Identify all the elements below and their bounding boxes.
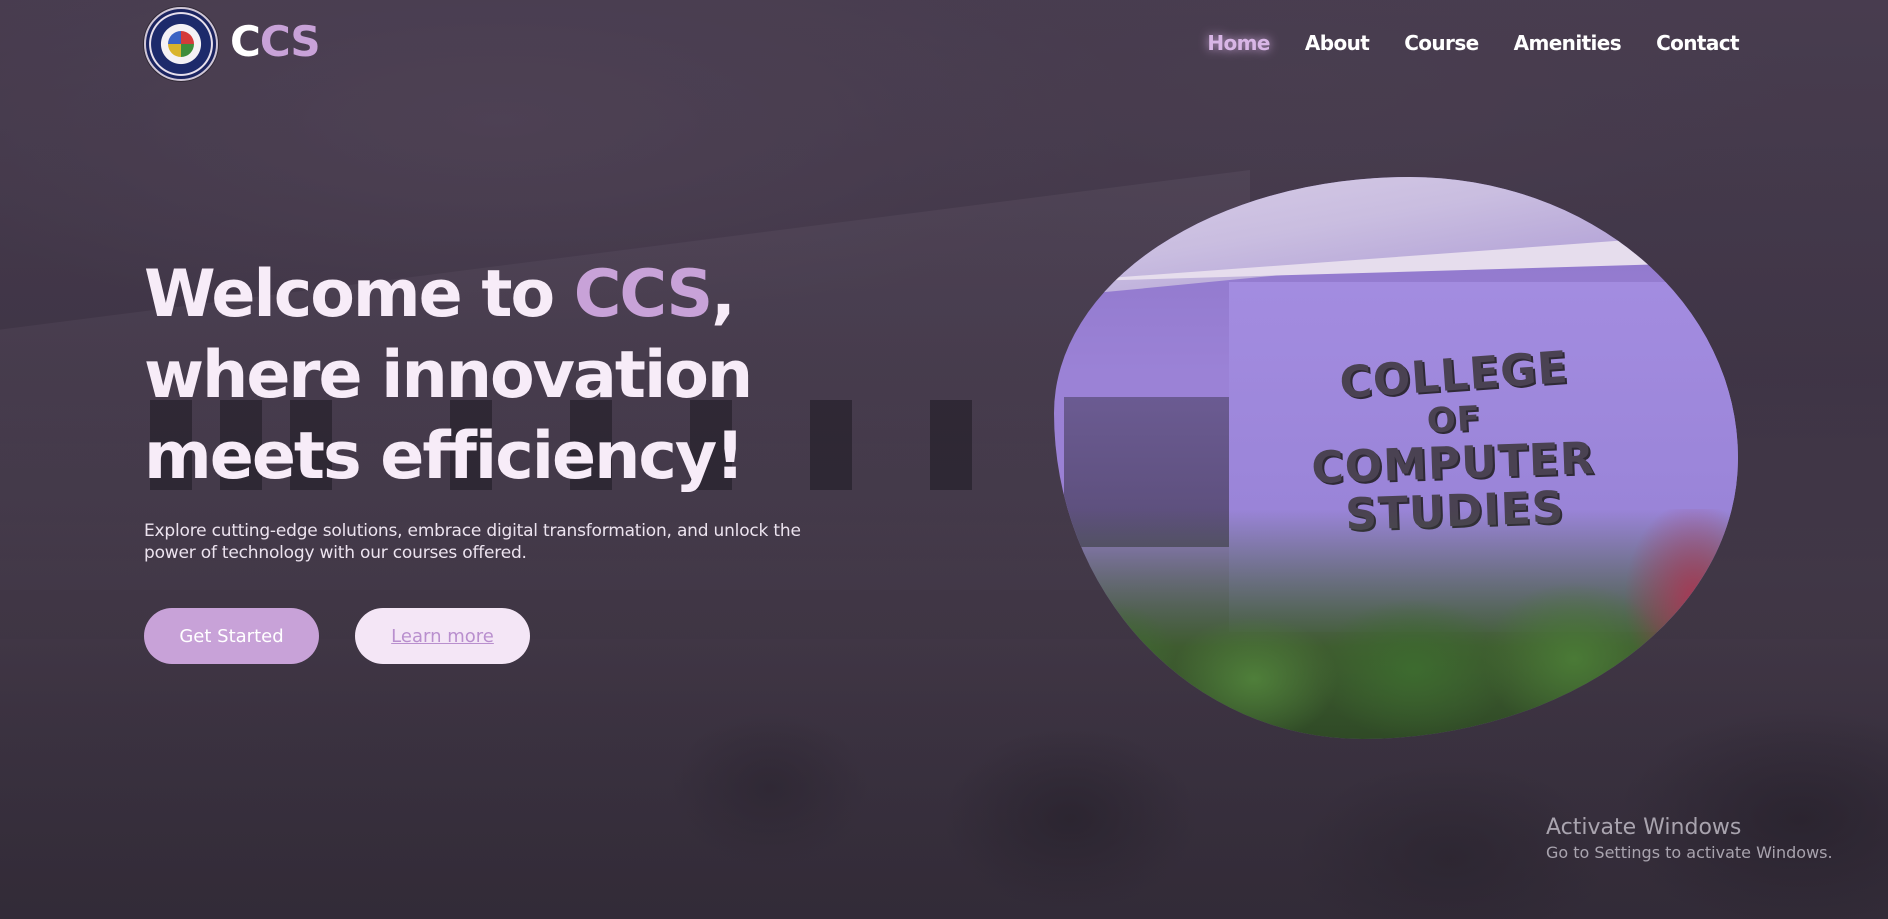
- activate-windows-watermark: Activate Windows Go to Settings to activ…: [1546, 814, 1833, 864]
- nav-amenities[interactable]: Amenities: [1514, 31, 1622, 55]
- logo-emblem: [168, 31, 194, 57]
- navbar: CCS Home About Course Amenities Contact: [0, 0, 1888, 90]
- nav-contact[interactable]: Contact: [1656, 31, 1740, 55]
- campus-photo: COLLEGE OF COMPUTER STUDIES: [1054, 177, 1738, 739]
- hero-title: Welcome to CCS, where innovation meets e…: [144, 254, 964, 497]
- photo-foliage: [1054, 509, 1738, 739]
- nav-links: Home About Course Amenities Contact: [1207, 31, 1739, 55]
- college-logo-icon[interactable]: [144, 7, 218, 81]
- hero-subtitle: Explore cutting-edge solutions, embrace …: [144, 521, 801, 563]
- nav-about[interactable]: About: [1305, 31, 1370, 55]
- hero-title-part1: Welcome to: [144, 257, 574, 332]
- brand-prefix: C: [230, 17, 261, 66]
- get-started-button[interactable]: Get Started: [144, 608, 319, 664]
- nav-course[interactable]: Course: [1404, 31, 1479, 55]
- brand-name[interactable]: CCS: [230, 17, 321, 66]
- learn-more-button[interactable]: Learn more: [355, 608, 530, 664]
- hero-title-accent: CCS: [573, 257, 713, 332]
- watermark-title: Activate Windows: [1546, 815, 1742, 840]
- nav-home[interactable]: Home: [1207, 31, 1270, 55]
- watermark-subtitle: Go to Settings to activate Windows.: [1546, 843, 1833, 862]
- brand-accent: CS: [259, 17, 321, 66]
